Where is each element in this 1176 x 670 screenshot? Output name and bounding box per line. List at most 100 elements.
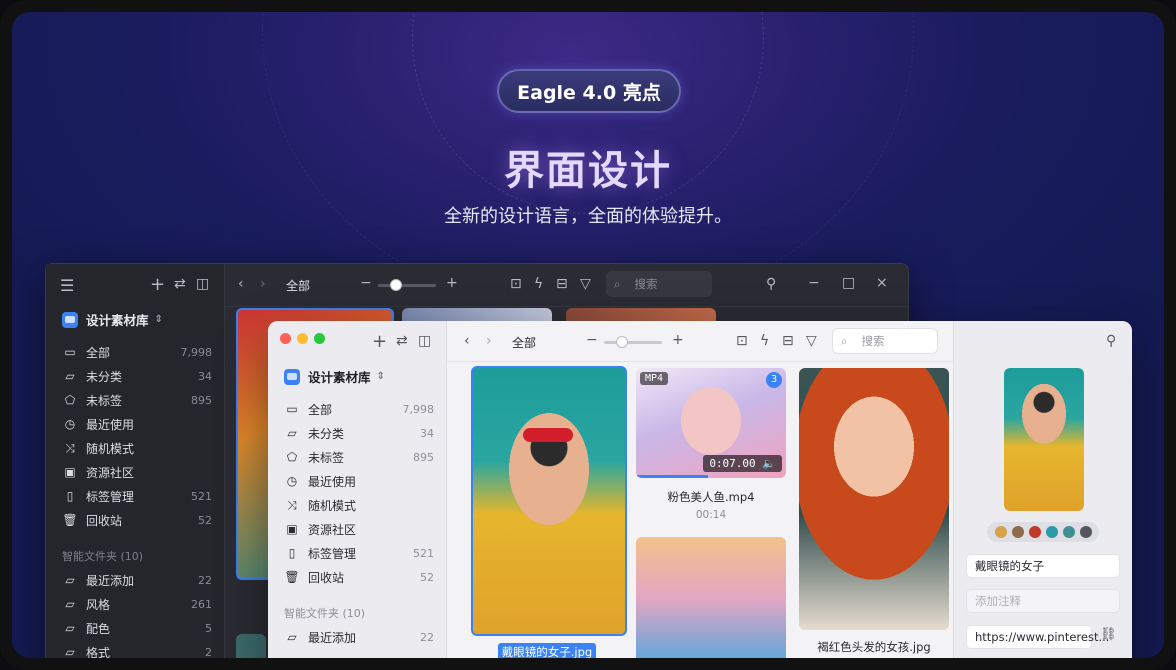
maximize-icon[interactable]: □ [842, 275, 855, 291]
sidebar-item-random[interactable]: ⤨ 随机模式 [284, 494, 434, 516]
layout-icon[interactable]: ⊟ [782, 333, 794, 349]
zoom-in-icon[interactable]: + [446, 275, 458, 291]
bolt-icon[interactable]: ϟ [760, 333, 769, 349]
back-icon[interactable]: ‹ [464, 333, 470, 349]
library-name: 设计素材库 [86, 313, 149, 328]
video-progress-bar[interactable] [636, 475, 708, 478]
forward-icon[interactable]: › [260, 276, 266, 292]
breadcrumb: 全部 [286, 279, 311, 293]
color-swatch[interactable] [1011, 526, 1024, 538]
format-badge: MP4 [640, 372, 669, 385]
filter-icon[interactable]: ▽ [580, 276, 591, 292]
sidebar-item-random[interactable]: ⤨ 随机模式 [62, 437, 212, 459]
sidebar-item-uncategorized[interactable]: ▱ 未分类 34 [62, 365, 212, 387]
library-icon [284, 368, 300, 385]
thumbnail-selected[interactable] [471, 366, 627, 636]
add-icon[interactable]: + [372, 331, 387, 352]
zoom-slider[interactable] [604, 341, 662, 344]
color-swatch[interactable] [1028, 526, 1041, 538]
close-icon[interactable]: × [876, 275, 888, 291]
smart-folder-item[interactable]: ▱ 风格 261 [62, 593, 212, 615]
bolt-icon[interactable]: ϟ [534, 276, 543, 292]
sidebar-item-trash[interactable]: 🗑 回收站 52 [62, 509, 212, 531]
window-minimize-button[interactable] [297, 333, 308, 344]
smart-folder-icon: ▱ [287, 630, 297, 644]
layout-icon[interactable]: ⊟ [556, 276, 568, 292]
video-timecode[interactable]: 0:07.00 🔈 [703, 455, 782, 472]
sidebar-item-all[interactable]: ▭ 全部 7,998 [62, 341, 212, 363]
sidebar-item-recent[interactable]: ◷ 最近使用 [284, 470, 434, 492]
sidebar-item-uncategorized[interactable]: ▱ 未分类 34 [284, 422, 434, 444]
trash-icon: 🗑 [62, 513, 78, 527]
community-icon: ▣ [286, 522, 298, 536]
title-field[interactable]: 戴眼镜的女子 [966, 554, 1120, 578]
shuffle-icon: ⤨ [65, 440, 75, 455]
clock-icon: ◷ [286, 474, 298, 488]
sidebar-item-untagged[interactable]: ⬠ 未标签 895 [284, 446, 434, 468]
library-switcher[interactable]: 设计素材库 ⇕ [62, 310, 163, 329]
note-field[interactable]: 添加注释 [966, 589, 1120, 613]
bookmark-icon: ▯ [288, 546, 296, 560]
window-close-button[interactable] [280, 333, 291, 344]
library-switcher[interactable]: 设计素材库 ⇕ [284, 367, 385, 386]
back-icon[interactable]: ‹ [238, 276, 244, 292]
preview-image [1004, 368, 1084, 511]
smart-folder-icon: ▱ [65, 645, 75, 658]
forward-icon[interactable]: › [486, 333, 492, 349]
url-field[interactable]: https://www.pinterest... [966, 625, 1109, 649]
count-badge: 3 [766, 372, 782, 388]
smart-folder-item[interactable]: ▱ 最近添加 22 [62, 569, 212, 591]
color-swatch[interactable] [994, 526, 1007, 538]
zoom-slider[interactable] [378, 284, 436, 287]
tag-untagged-icon: ⬠ [286, 450, 298, 464]
terminal-icon[interactable]: ⊡ [510, 276, 522, 292]
thumbnail[interactable] [636, 537, 786, 658]
search-input[interactable]: ⌕ 搜索 [606, 271, 712, 297]
pin-icon[interactable]: ⚲ [766, 276, 776, 292]
thumbnail-caption-selected[interactable]: 戴眼镜的女子.jpg [498, 643, 596, 658]
terminal-icon[interactable]: ⊡ [736, 333, 748, 349]
zoom-out-icon[interactable]: − [360, 275, 372, 291]
video-thumbnail[interactable]: MP4 3 0:07.00 🔈 [636, 368, 786, 478]
zoom-out-icon[interactable]: − [586, 332, 598, 348]
sync-icon[interactable]: ⇄ [396, 333, 408, 349]
sync-icon[interactable]: ⇄ [174, 276, 186, 292]
toolbar-divider [446, 361, 954, 362]
color-swatch[interactable] [1045, 526, 1058, 538]
filter-icon[interactable]: ▽ [806, 333, 817, 349]
add-icon[interactable]: + [150, 274, 165, 295]
search-input[interactable]: ⌕ 搜索 [832, 328, 938, 354]
sidebar-item-all[interactable]: ▭ 全部 7,998 [284, 398, 434, 420]
sidebar-item-tags[interactable]: ▯ 标签管理 521 [62, 485, 212, 507]
menu-icon[interactable]: ☰ [60, 276, 74, 295]
screen-frame: Eagle 4.0 亮点 界面设计 全新的设计语言，全面的体验提升。 ☰ + ⇄… [0, 0, 1176, 670]
smart-folder-item[interactable]: ▱ 配色 5 [62, 617, 212, 639]
sidebar-item-trash[interactable]: 🗑 回收站 52 [284, 566, 434, 588]
color-swatch[interactable] [1062, 526, 1075, 538]
light-sidebar: + ⇄ ◫ 设计素材库 ⇕ ▭ 全部 7,998 ▱ 未分类 34 ⬠ 未标签 895 ◷ 最… [268, 321, 447, 658]
sidebar-item-community[interactable]: ▣ 资源社区 [62, 461, 212, 483]
sidebar-item-community[interactable]: ▣ 资源社区 [284, 518, 434, 540]
pin-icon[interactable]: ⚲ [1106, 333, 1116, 349]
sidebar-item-recent[interactable]: ◷ 最近使用 [62, 413, 212, 435]
smart-folders-header: 智能文件夹 (10) [284, 607, 366, 620]
link-icon[interactable]: ⛓ [1100, 627, 1117, 642]
smart-folder-item[interactable]: ▱ 格式 2 [62, 641, 212, 658]
sidebar-toggle-icon[interactable]: ◫ [196, 276, 209, 292]
minimize-icon[interactable]: − [808, 275, 820, 291]
smart-folder-item[interactable]: ▱ 最近添加 22 [284, 626, 434, 648]
color-swatch[interactable] [1079, 526, 1092, 538]
thumbnail-dark[interactable] [236, 634, 266, 658]
zoom-slider-knob[interactable] [390, 279, 402, 291]
color-palette [987, 522, 1099, 542]
thumbnail-caption: 褐红色头发的女孩.jpg [817, 640, 931, 654]
sidebar-toggle-icon[interactable]: ◫ [418, 333, 431, 349]
volume-icon[interactable]: 🔈 [762, 457, 776, 470]
thumbnail[interactable] [799, 368, 949, 630]
sidebar-item-untagged[interactable]: ⬠ 未标签 895 [62, 389, 212, 411]
sidebar-item-tags[interactable]: ▯ 标签管理 521 [284, 542, 434, 564]
window-zoom-button[interactable] [314, 333, 325, 344]
smart-folder-icon: ▱ [65, 597, 75, 611]
zoom-in-icon[interactable]: + [672, 332, 684, 348]
zoom-slider-knob[interactable] [616, 336, 628, 348]
